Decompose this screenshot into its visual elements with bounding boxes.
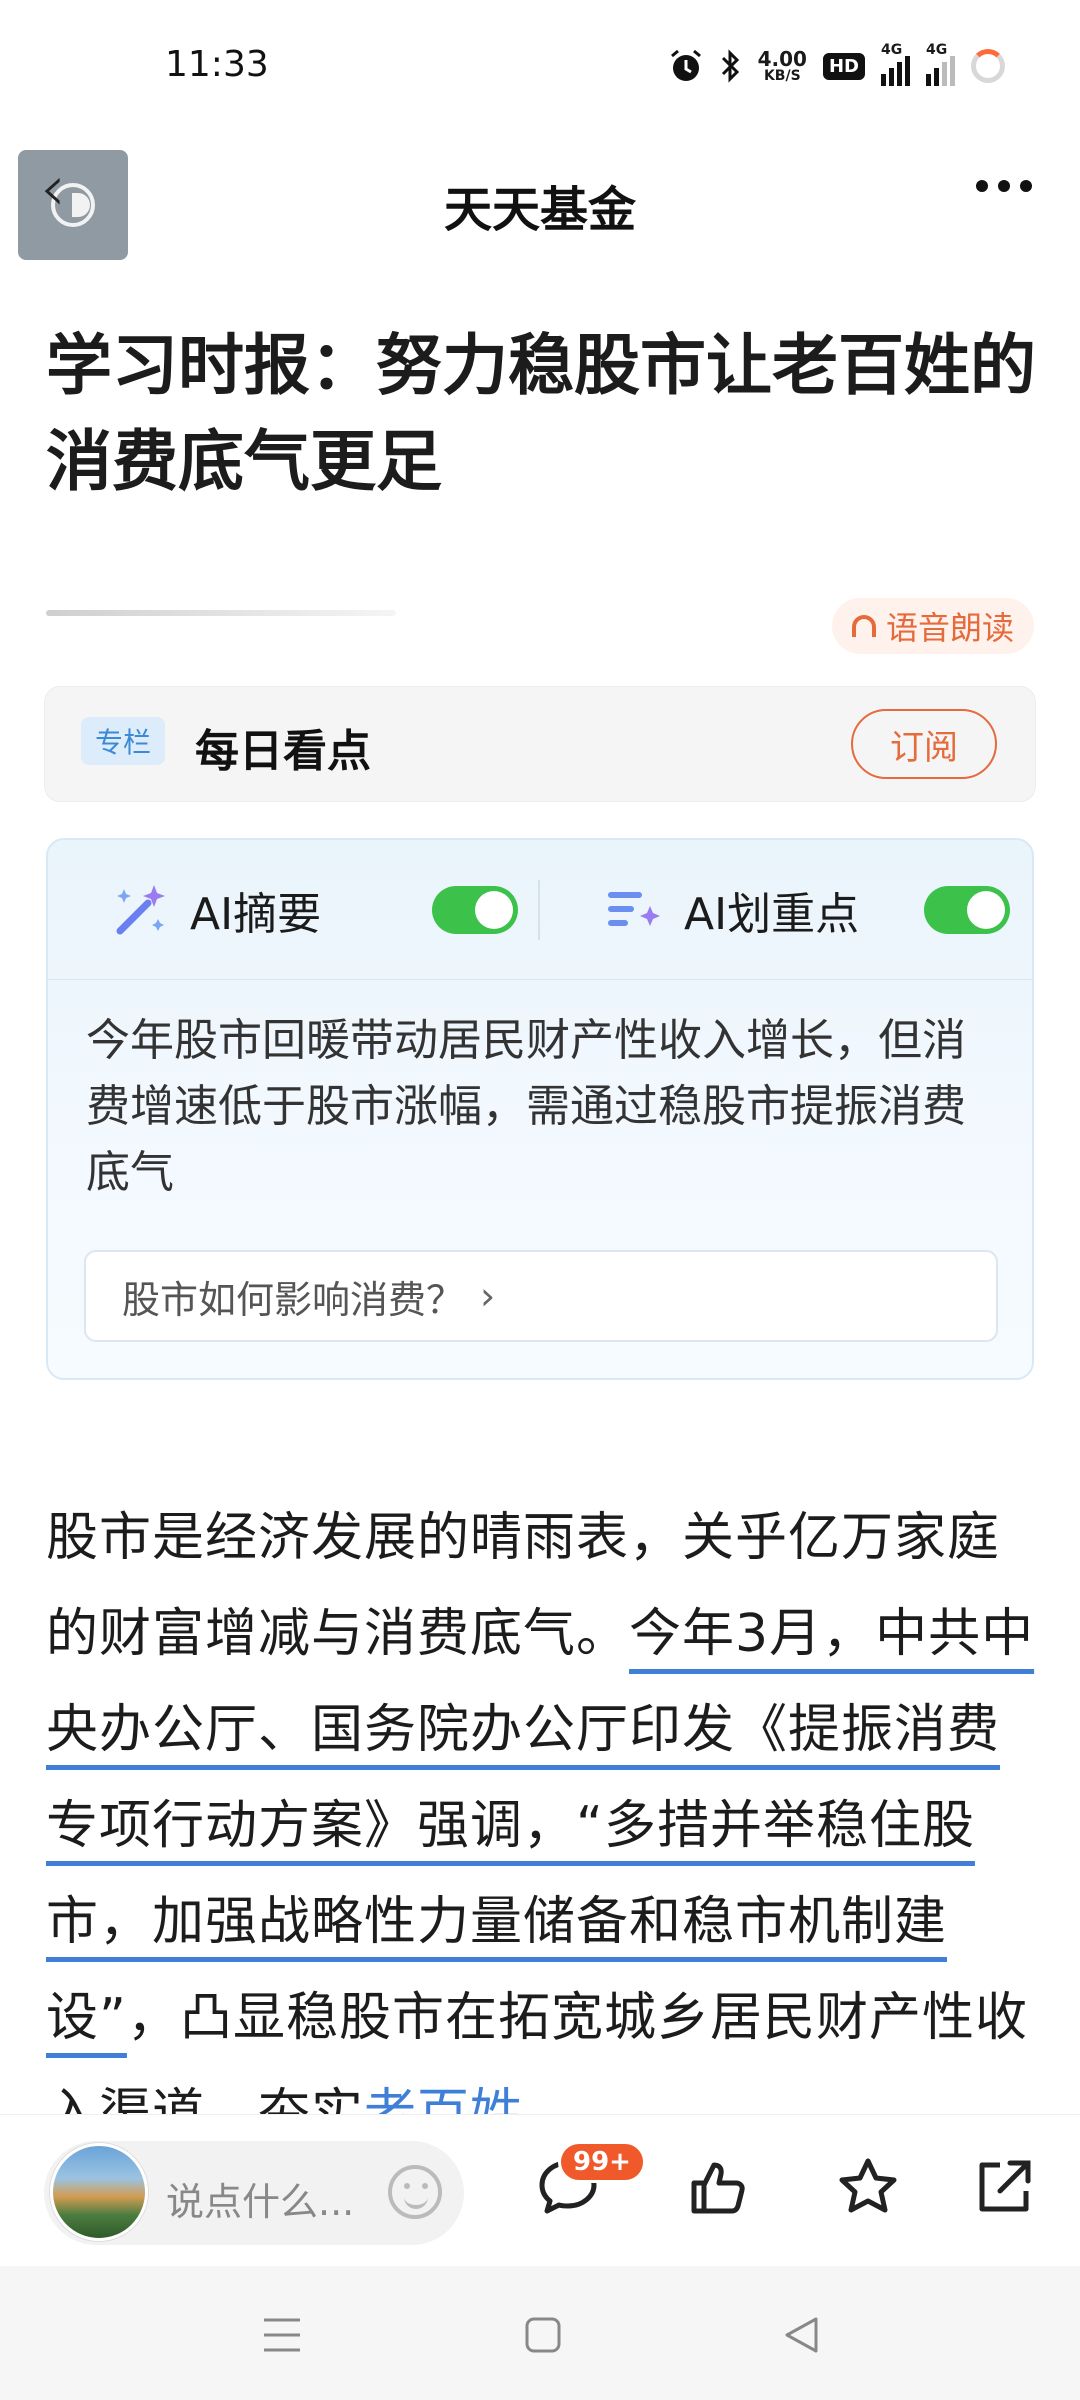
chevron-right-icon: › — [480, 1274, 496, 1318]
key-point-highlight[interactable]: 今年3月，中共中央办公厅、国务院办公厅印发《提振消费专项行动方案》强调，“多措并… — [46, 1604, 1034, 2048]
ai-question-label: 股市如何影响消费？ — [122, 1277, 465, 1322]
headphone-icon — [851, 615, 876, 637]
signal-icon-2: 4G — [926, 42, 955, 86]
magic-wand-icon — [116, 885, 165, 935]
status-icons: 4.00 KB/S HD 4G 4G — [668, 42, 1005, 88]
share-icon[interactable] — [972, 2155, 1036, 2219]
body-text-part2: ，凸显稳股市在拓宽城乡居民财产性收入渠道，夯实 — [46, 1988, 1028, 2114]
emoji-icon[interactable] — [388, 2165, 442, 2219]
column-tag: 专栏 — [81, 717, 166, 765]
bluetooth-icon — [720, 48, 742, 84]
column-name: 每日看点 — [195, 726, 371, 777]
ai-summary-label: AI摘要 — [190, 889, 322, 940]
battery-icon — [971, 49, 1005, 83]
ai-card-header: AI摘要 AI划重点 — [48, 840, 1032, 980]
menu-icon[interactable] — [262, 2316, 302, 2354]
ai-highlight-label: AI划重点 — [684, 889, 860, 940]
comment-input[interactable]: 说点什么... — [44, 2141, 464, 2245]
voice-read-button[interactable]: 语音朗读 — [831, 598, 1034, 654]
ai-highlight-toggle[interactable] — [924, 886, 1010, 934]
highlight-list-icon — [608, 892, 660, 926]
like-icon[interactable] — [686, 2155, 750, 2219]
home-icon[interactable] — [524, 2316, 562, 2354]
article-meta-placeholder — [46, 610, 396, 616]
ai-highlight-tab[interactable]: AI划重点 — [604, 878, 859, 942]
voice-read-label: 语音朗读 — [885, 609, 1014, 647]
ai-suggested-question[interactable]: 股市如何影响消费？ › — [84, 1250, 998, 1342]
body-link[interactable]: 老百姓 — [364, 2084, 523, 2114]
network-speed-value: 4.00 — [757, 47, 807, 71]
article-body: 股市是经济发展的晴雨表，关乎亿万家庭的财富增减与消费底气。今年3月，中共中央办公… — [46, 1490, 1036, 2114]
network-type-label: 4G — [881, 42, 903, 58]
hd-indicator: HD — [822, 52, 865, 80]
more-options-icon[interactable] — [976, 180, 1032, 192]
bottom-action-bar: 说点什么... 99+ — [0, 2114, 1080, 2266]
comment-count-badge: 99+ — [558, 2141, 646, 2183]
network-type-label-2: 4G — [926, 42, 948, 58]
ai-summary-card: AI摘要 AI划重点 今年股市回暖带动居民财产性收入增长，但消费增速低于股市涨幅… — [46, 838, 1034, 1380]
article-title: 学习时报：努力稳股市让老百姓的消费底气更足 — [46, 327, 1036, 500]
alarm-icon — [668, 48, 704, 84]
subscribe-button[interactable]: 订阅 — [851, 709, 997, 779]
status-bar: 11:33 4.00 KB/S HD 4G 4G — [0, 0, 1080, 135]
ai-summary-toggle[interactable] — [432, 886, 518, 934]
favorite-star-icon[interactable] — [836, 2155, 900, 2219]
system-navigation-bar — [0, 2266, 1080, 2400]
network-speed-unit: KB/S — [763, 68, 801, 84]
column-card[interactable]: 专栏 每日看点 订阅 — [44, 686, 1036, 802]
ai-summary-tab[interactable]: AI摘要 — [108, 878, 321, 942]
status-time: 11:33 — [165, 44, 269, 85]
back-triangle-icon[interactable] — [782, 2316, 822, 2354]
comment-placeholder: 说点什么... — [166, 2180, 355, 2224]
ai-summary-text: 今年股市回暖带动居民财产性收入增长，但消费增速低于股市涨幅，需通过稳股市提振消费… — [86, 1015, 966, 1198]
network-speed: 4.00 KB/S — [758, 49, 807, 83]
avatar — [50, 2143, 148, 2241]
ai-header-divider — [538, 880, 540, 940]
page-title: 天天基金 — [443, 182, 636, 238]
signal-icon: 4G — [881, 42, 910, 86]
top-navigation-bar: ‹ 天天基金 — [0, 140, 1080, 260]
